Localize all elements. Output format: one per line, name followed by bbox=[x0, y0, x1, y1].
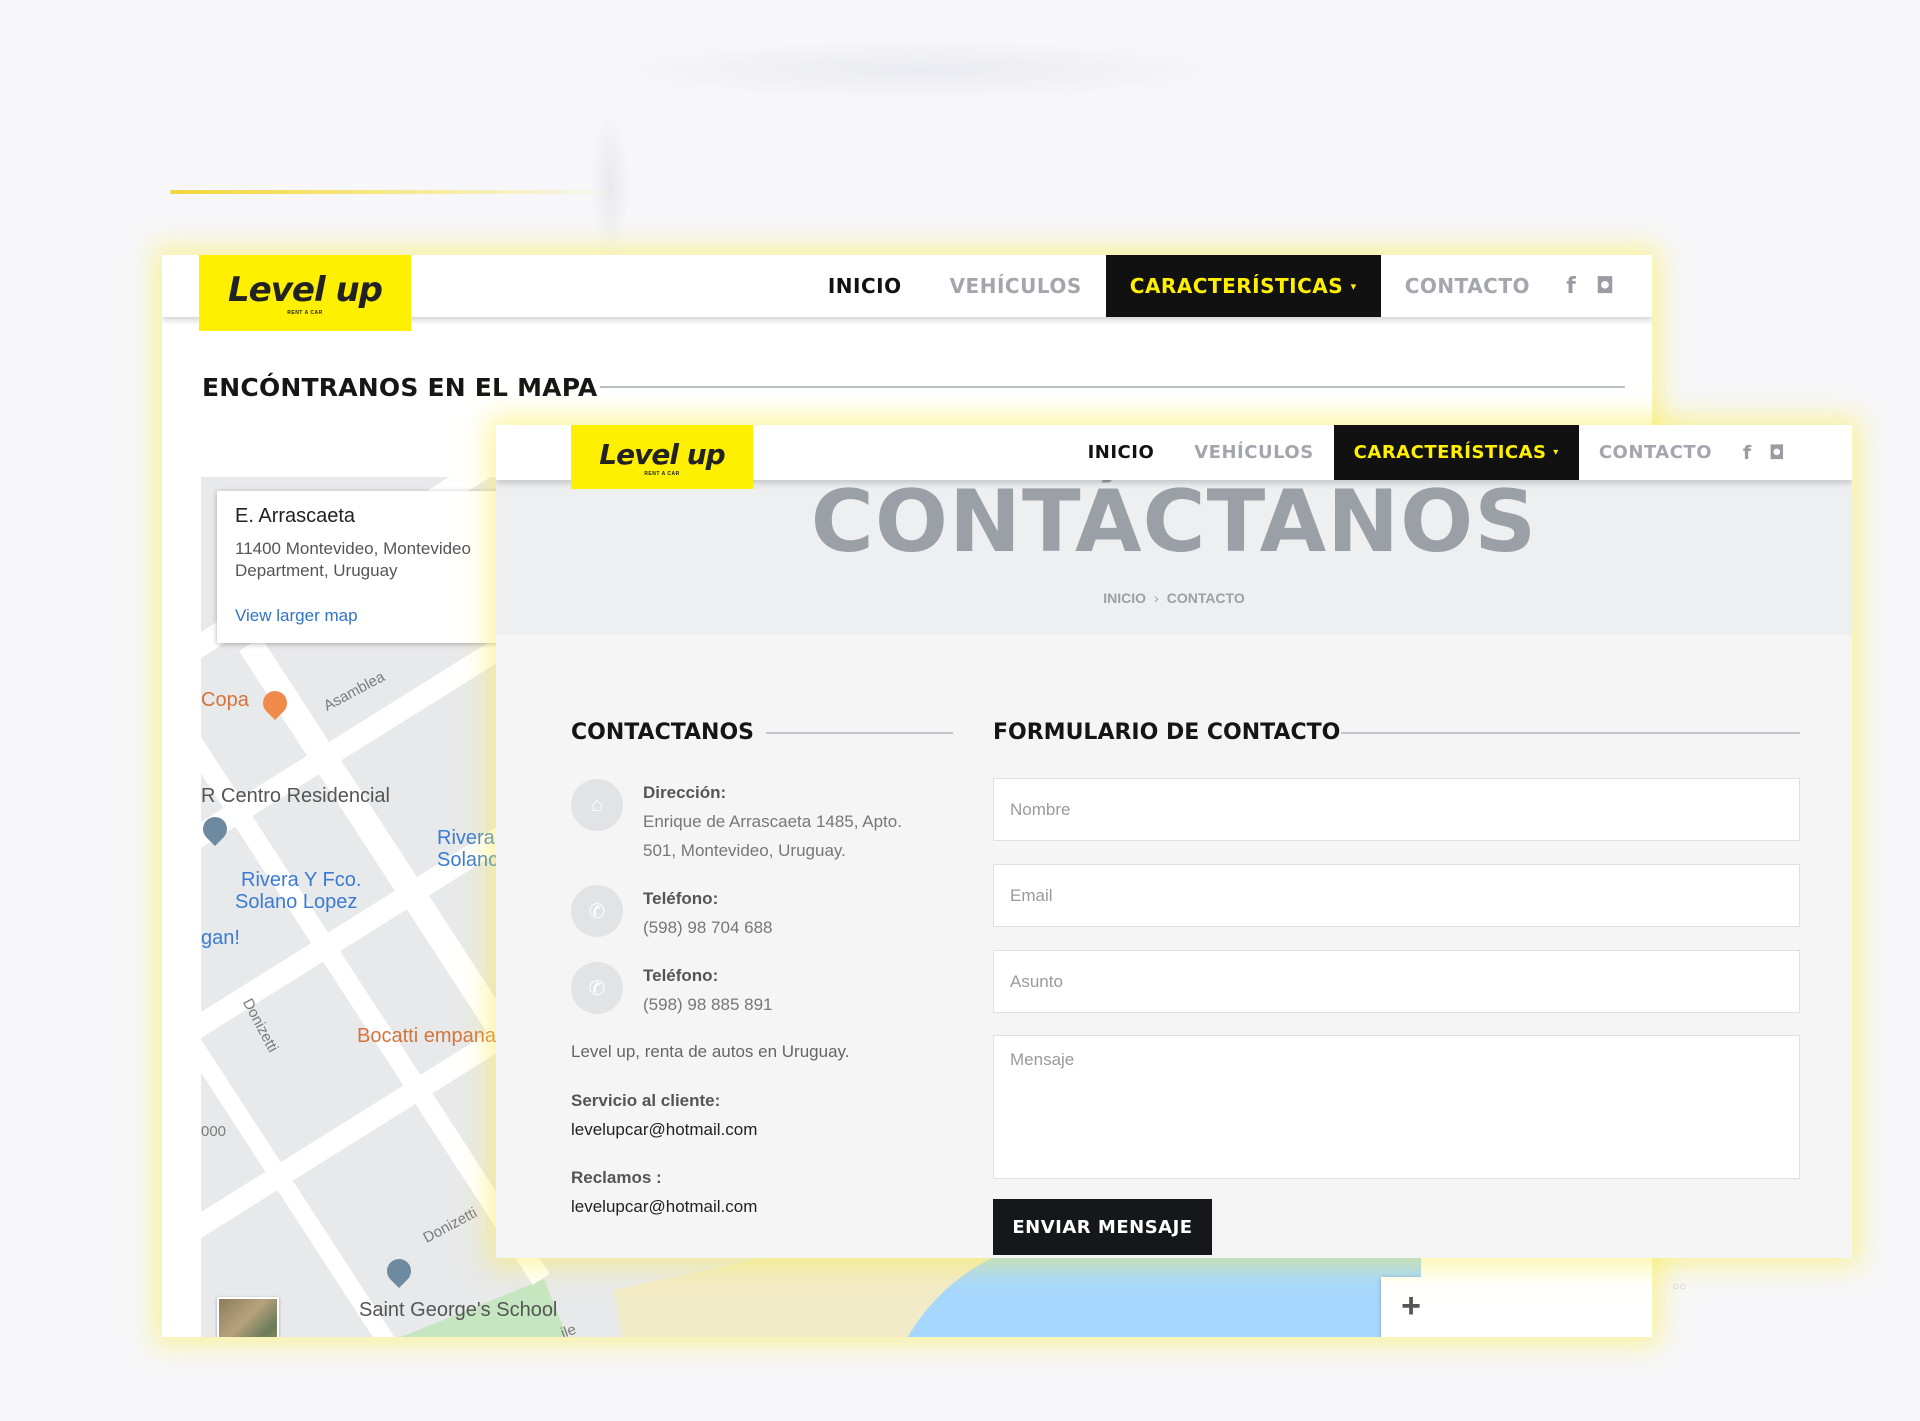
decor-blur bbox=[590, 110, 630, 260]
zoom-out-button[interactable]: — bbox=[1381, 1335, 1421, 1337]
map-transit-label[interactable]: Rivera Y Fco. bbox=[241, 869, 361, 892]
map-poi-label[interactable]: Saint George's School bbox=[359, 1299, 557, 1322]
place-name: E. Arrascaeta bbox=[235, 505, 356, 527]
map-poi-label[interactable]: gan! bbox=[201, 927, 240, 950]
service-label: Servicio al cliente: bbox=[571, 1091, 721, 1110]
logo[interactable]: Level up RENT A CAR bbox=[199, 255, 411, 331]
instagram-icon[interactable]: ◘ bbox=[1762, 442, 1792, 464]
name-field[interactable] bbox=[993, 778, 1800, 841]
logo-text: Level up bbox=[599, 437, 725, 471]
facebook-icon[interactable]: f bbox=[1554, 274, 1588, 299]
address-line: 501, Montevideo, Uruguay. bbox=[643, 841, 846, 860]
satellite-toggle[interactable] bbox=[217, 1297, 279, 1337]
breadcrumb-home[interactable]: INICIO bbox=[1103, 590, 1146, 606]
phone-number[interactable]: (598) 98 885 891 bbox=[643, 990, 773, 1019]
nav-contacto[interactable]: CONTACTO bbox=[1381, 255, 1554, 317]
zoom-in-button[interactable]: + bbox=[1381, 1277, 1421, 1335]
main-nav: INICIO VEHÍCULOS CARACTERÍSTICAS ▾ CONTA… bbox=[804, 255, 1622, 317]
title-divider bbox=[766, 732, 953, 734]
main-nav: INICIO VEHÍCULOS CARACTERÍSTICAS ▾ CONTA… bbox=[1068, 425, 1792, 480]
place-address-line: 11400 Montevideo, Montevideo bbox=[235, 539, 471, 558]
phone-icon: ✆ bbox=[571, 962, 623, 1014]
facebook-icon[interactable]: f bbox=[1732, 442, 1762, 464]
map-poi-label[interactable]: R Centro Residencial bbox=[201, 785, 390, 808]
chevron-down-icon: ▾ bbox=[1553, 447, 1559, 458]
map-street-number: 000 bbox=[201, 1123, 227, 1140]
nav-caracteristicas-label: CARACTERÍSTICAS bbox=[1353, 442, 1547, 463]
address-label: Dirección: bbox=[643, 783, 727, 802]
contact-page-screenshot: CONTÁCTANOS INICIO › CONTACTO Level up REN… bbox=[496, 425, 1852, 1258]
phone-label: Teléfono: bbox=[643, 966, 719, 985]
site-header: Level up RENT A CAR INICIO VEHÍCULOS CAR… bbox=[496, 425, 1852, 489]
map-poi-label[interactable]: Copa bbox=[201, 689, 249, 712]
service-email[interactable]: levelupcar@hotmail.com bbox=[571, 1120, 757, 1140]
nav-caracteristicas[interactable]: CARACTERÍSTICAS ▾ bbox=[1105, 255, 1381, 317]
logo[interactable]: Level up RENT A CAR bbox=[571, 425, 753, 489]
page-banner: CONTÁCTANOS INICIO › CONTACTO bbox=[496, 472, 1852, 635]
view-larger-map-link[interactable]: View larger map bbox=[235, 606, 529, 626]
phone-label: Teléfono: bbox=[643, 889, 719, 908]
instagram-icon[interactable]: ◘ bbox=[1588, 274, 1622, 299]
phone-block: ✆ Teléfono: (598) 98 885 891 bbox=[571, 962, 773, 1019]
nav-caracteristicas-label: CARACTERÍSTICAS bbox=[1129, 274, 1344, 298]
claims-email[interactable]: levelupcar@hotmail.com bbox=[571, 1197, 757, 1217]
map-poi-label[interactable]: Bocatti empana bbox=[357, 1025, 496, 1048]
home-icon: ⌂ bbox=[571, 779, 623, 831]
phone-block: ✆ Teléfono: (598) 98 704 688 bbox=[571, 885, 773, 942]
phone-number[interactable]: (598) 98 704 688 bbox=[643, 913, 773, 942]
pager-dots[interactable]: ○○ bbox=[1672, 1279, 1687, 1293]
decor-underline bbox=[170, 190, 620, 194]
phone-icon: ✆ bbox=[571, 885, 623, 937]
nav-contacto[interactable]: CONTACTO bbox=[1579, 425, 1732, 480]
send-message-button[interactable]: ENVIAR MENSAJE bbox=[993, 1199, 1212, 1255]
map-street-label: Donizetti bbox=[420, 1204, 480, 1247]
map-zoom-control: + — bbox=[1381, 1277, 1421, 1337]
school-pin-icon[interactable] bbox=[382, 1254, 416, 1288]
place-address-line: Department, Uruguay bbox=[235, 561, 398, 580]
section-title: ENCÓNTRANOS EN EL MAPA bbox=[202, 373, 598, 402]
breadcrumb-separator: › bbox=[1154, 590, 1159, 606]
tagline: Level up, renta de autos en Uruguay. bbox=[571, 1042, 850, 1061]
nav-vehiculos[interactable]: VEHÍCULOS bbox=[926, 255, 1106, 317]
subject-field[interactable] bbox=[993, 950, 1800, 1013]
nav-caracteristicas[interactable]: CARACTERÍSTICAS ▾ bbox=[1333, 425, 1579, 480]
title-divider bbox=[600, 386, 1625, 388]
nav-inicio[interactable]: INICIO bbox=[1068, 425, 1175, 480]
address-block: ⌂ Dirección: Enrique de Arrascaeta 1485,… bbox=[571, 779, 902, 865]
map-transit-label[interactable]: Solanc bbox=[437, 849, 498, 872]
decor-blur bbox=[600, 40, 1240, 100]
chevron-down-icon: ▾ bbox=[1350, 279, 1357, 293]
map-transit-label[interactable]: Solano Lopez bbox=[235, 891, 357, 914]
map-street-label: Asamblea bbox=[320, 668, 388, 715]
logo-tagline: RENT A CAR bbox=[287, 310, 323, 316]
site-header: Level up RENT A CAR INICIO VEHÍCULOS CAR… bbox=[162, 255, 1652, 331]
breadcrumb-current: CONTACTO bbox=[1166, 590, 1245, 606]
map-street-label: Donizetti bbox=[238, 995, 282, 1056]
message-field[interactable] bbox=[993, 1035, 1800, 1179]
contact-form-title: FORMULARIO DE CONTACTO bbox=[993, 720, 1341, 745]
logo-text: Level up bbox=[228, 270, 383, 310]
address-line: Enrique de Arrascaeta 1485, Apto. bbox=[643, 812, 902, 831]
title-divider bbox=[1341, 732, 1800, 734]
claims-label: Reclamos : bbox=[571, 1168, 662, 1187]
nav-vehiculos[interactable]: VEHÍCULOS bbox=[1174, 425, 1333, 480]
email-field[interactable] bbox=[993, 864, 1800, 927]
breadcrumb: INICIO › CONTACTO bbox=[496, 590, 1852, 606]
nav-inicio[interactable]: INICIO bbox=[804, 255, 926, 317]
logo-tagline: RENT A CAR bbox=[644, 470, 680, 477]
map-transit-label[interactable]: Rivera bbox=[437, 827, 495, 850]
contact-info-title: CONTACTANOS bbox=[571, 720, 755, 745]
